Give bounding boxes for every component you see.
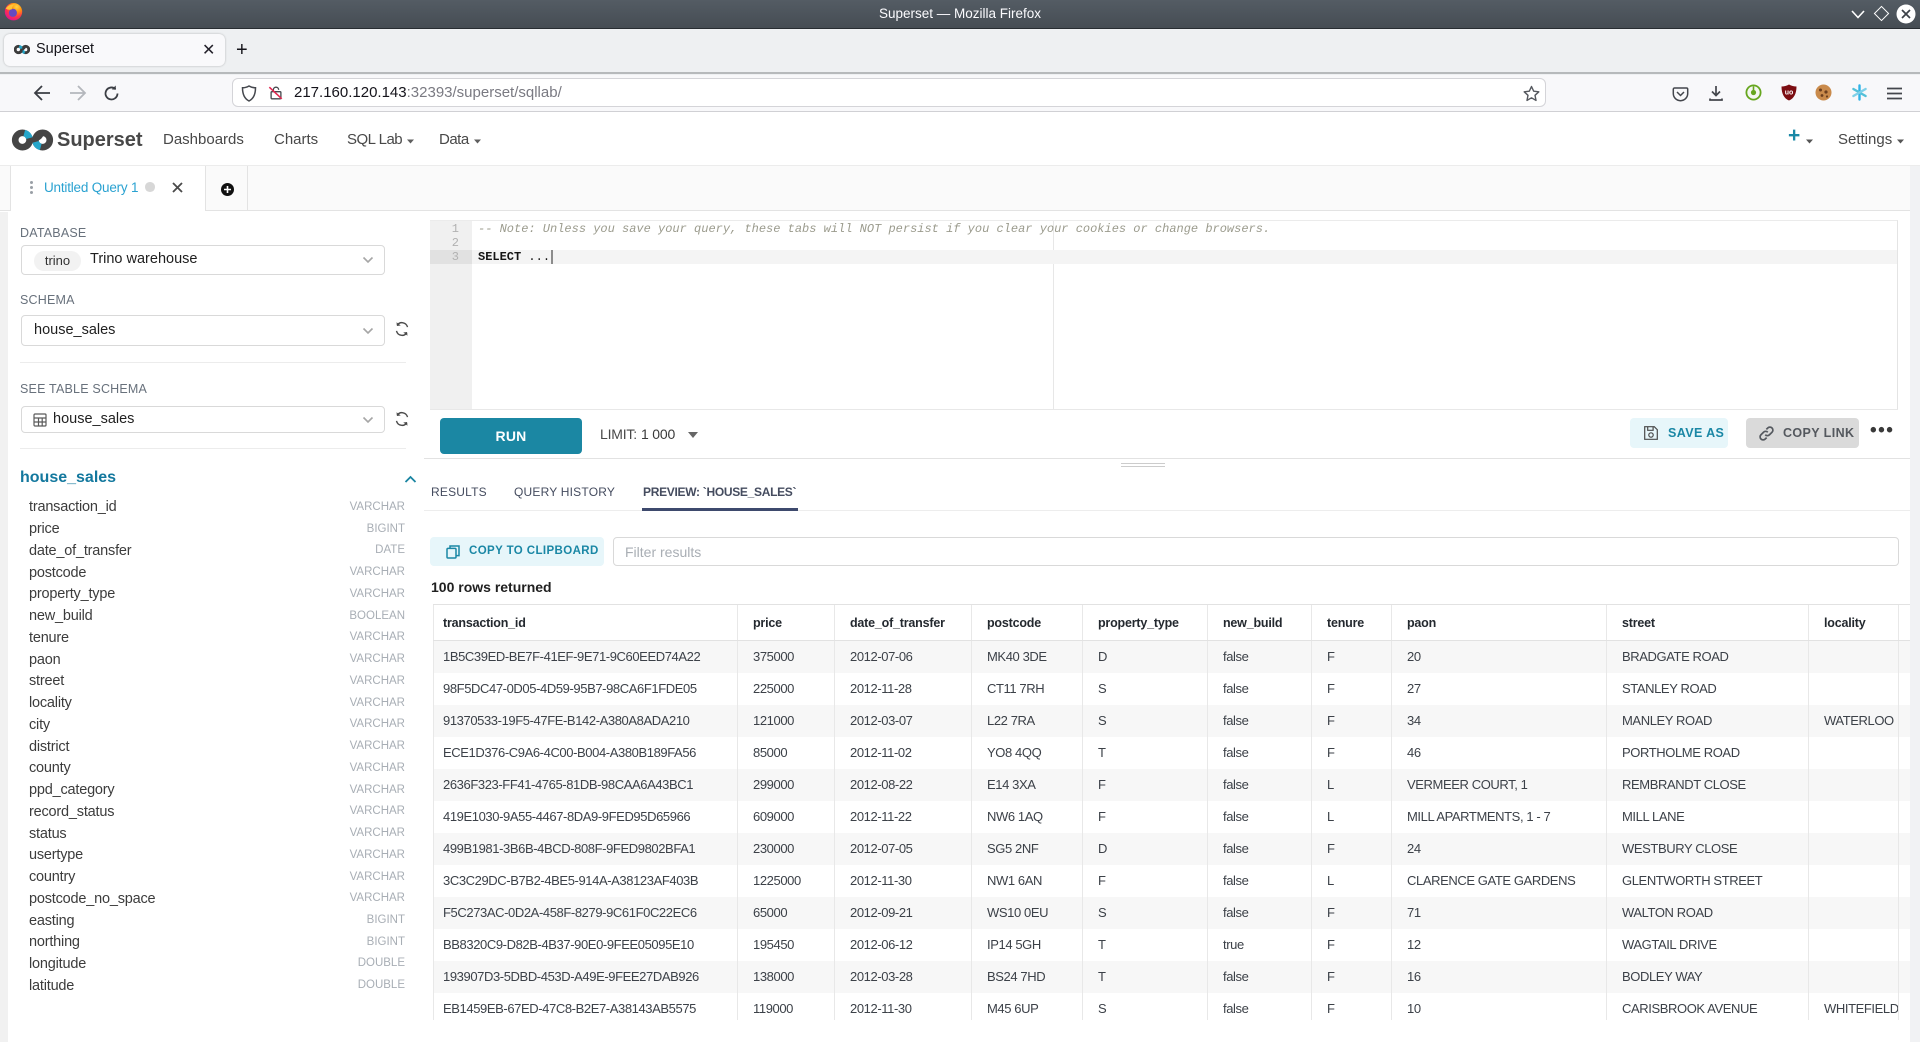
svg-text:uo: uo (1785, 90, 1794, 97)
